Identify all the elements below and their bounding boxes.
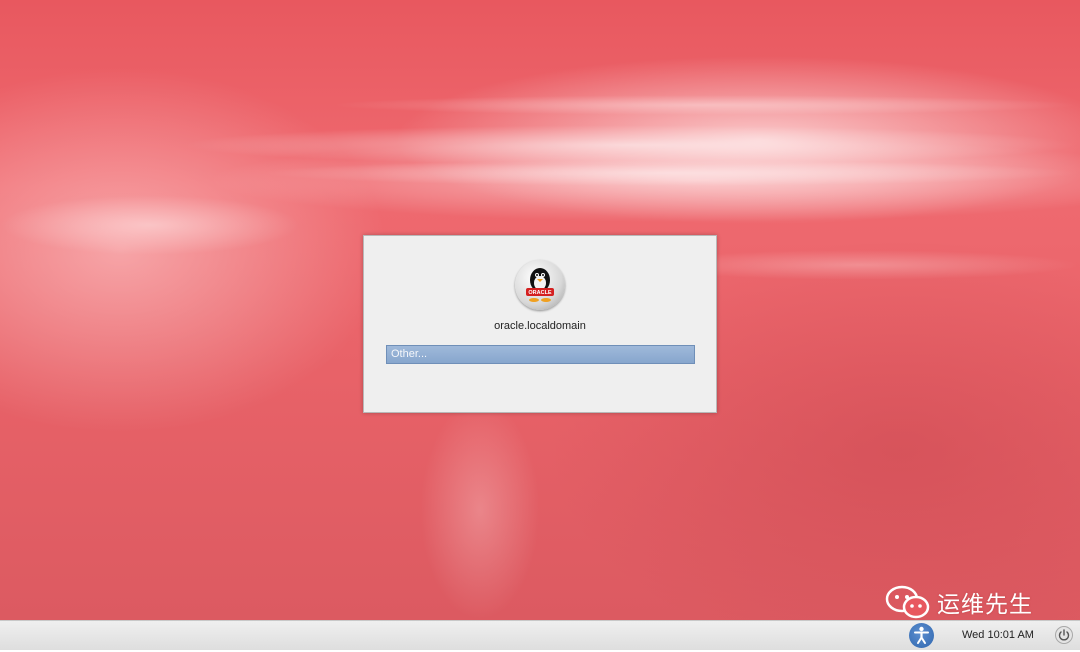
wallpaper-streak xyxy=(260,160,1080,186)
hostname-label: oracle.localdomain xyxy=(494,320,586,332)
svg-text:ORACLE: ORACLE xyxy=(528,290,552,296)
wallpaper-streak xyxy=(0,195,300,255)
wallpaper-streak xyxy=(330,95,1080,115)
clock[interactable]: Wed 10:01 AM xyxy=(962,629,1034,641)
wallpaper-streak xyxy=(420,400,540,620)
accessibility-icon xyxy=(914,626,929,644)
power-icon xyxy=(1058,629,1070,641)
login-dialog: ORACLE oracle.localdomain Other... xyxy=(363,235,717,413)
user-list-item-label: Other... xyxy=(391,348,428,360)
accessibility-button[interactable] xyxy=(909,623,934,648)
user-list-item-other[interactable]: Other... xyxy=(386,345,695,364)
wechat-icon xyxy=(885,585,930,619)
desktop-wallpaper: ORACLE oracle.localdomain Other... 运维先生 xyxy=(0,0,1080,620)
bottom-panel: Wed 10:01 AM xyxy=(0,620,1080,650)
oracle-linux-logo: ORACLE xyxy=(515,260,565,310)
watermark: 运维先生 xyxy=(885,584,1033,620)
watermark-text: 运维先生 xyxy=(937,592,1033,618)
power-button[interactable] xyxy=(1055,626,1073,644)
wallpaper-streak xyxy=(180,125,1080,165)
